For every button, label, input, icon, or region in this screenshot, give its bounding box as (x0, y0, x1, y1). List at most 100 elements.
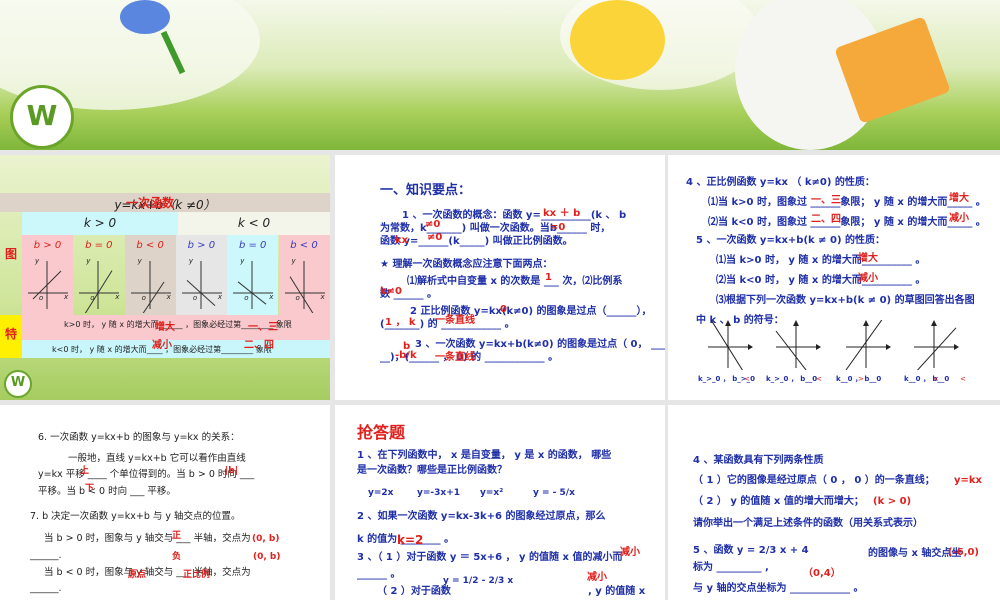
slide-heading: 一、知识要点： (380, 183, 472, 198)
axis-x-label: x (217, 293, 223, 301)
handwritten-answer: 1 (545, 272, 552, 283)
row-label-graph: 图 (4, 247, 17, 261)
handwritten-answer: 一条直线 (435, 352, 475, 363)
axis-y-label: y (291, 257, 296, 265)
answer: 二、四 (244, 340, 274, 351)
b-condition-label: b < 0 (290, 240, 318, 251)
text-line: 5 、一次函数 y=kx+b(k ≠ 0) 的性质： (696, 235, 886, 246)
graph-cell: b = 0 y x o (73, 235, 124, 315)
text-line: ⑴解析式中自变量 x 的次数是 ___ 次，⑵比例系 (407, 276, 623, 287)
handwritten-answer: < (816, 375, 822, 383)
sign-answer-label: k__0 ， b__0 (904, 375, 950, 383)
function-expression: y=-3x+1 (417, 488, 461, 498)
handwritten-answer: 减小 (587, 572, 607, 583)
text-line: ⑶根据下列一次函数 y=kx+b(k ≠ 0) 的草图回答出各图 (716, 295, 975, 306)
slide-1-summary-table[interactable]: y=kx+b（k ≠0） 一次函数 k > 0 k < 0 图 b > 0 yx… (0, 155, 330, 400)
text-line: 3 、一次函数 y=kx+b(k≠0) 的图象是过点（ 0， ___ (415, 339, 665, 350)
origin-label: o (192, 294, 198, 302)
flower-icon (120, 0, 170, 34)
handwritten-answer: 正 (172, 531, 182, 541)
handwritten-answer: 负 (172, 552, 182, 562)
text-line: 为常数，k_______) 叫做一次函数。当b______ 时， (380, 223, 611, 234)
handwritten-answer: 一条直线 (435, 315, 475, 326)
text-line: 请你举出一个满足上述条件的函数（用关系式表示） (693, 518, 923, 529)
text-line: 与 y 轴的交点坐标为 ____________ 。 (693, 583, 864, 594)
handwritten-answer: (0, b) (253, 552, 281, 562)
origin-label: o (39, 294, 44, 302)
handwritten-answer: 下 (85, 484, 95, 494)
function-expression: y = 1/2 - 2/3 x (443, 576, 514, 586)
sketch-graph-icon (845, 320, 891, 370)
b-condition-label: b < 0 (136, 240, 164, 251)
graph-cell: b < 0 y x o (278, 235, 330, 315)
logo-icon: W (10, 85, 74, 149)
b-condition-label: b > 0 (187, 240, 216, 251)
handwritten-answer: < (933, 375, 939, 383)
handwritten-answer: |b| (225, 466, 239, 476)
handwritten-answer: y=kx (954, 475, 982, 486)
text-line: 一般地，直线 y=kx+b 它可以看作由直线 (68, 453, 246, 464)
slide-5-quick-quiz[interactable]: 抢答题 1 、在下列函数中， x 是自变量， y 是 x 的函数， 哪些 是一次函… (335, 405, 665, 600)
line-graph-icon (284, 261, 325, 313)
text-line: 3 、（ 1 ）对于函数 y ＝ 5x+6 ， y 的值随 x 值的减小而 (357, 552, 623, 563)
sketch-graph-icon (914, 320, 959, 370)
text-line: 平移。当 b < 0 时向 ___ 平移。 (38, 486, 176, 497)
handwritten-answer: 减小 (620, 547, 640, 558)
b-condition-label: b = 0 (85, 240, 113, 251)
axis-x-label: x (115, 293, 120, 301)
k-negative-header: k < 0 (237, 216, 271, 230)
slide-3-properties[interactable]: 4 、正比例函数 y=kx （ k≠0) 的性质： ⑴当 k>0 时，图象过 __… (668, 155, 1000, 400)
axis-y-label: y (188, 257, 194, 265)
text-line: , y 的值随 x (588, 586, 646, 597)
text-line: （ 1 ）它的图像是经过原点（ 0 ， 0 ）的一条直线； (693, 475, 935, 486)
b-condition-label: b > 0 (33, 240, 62, 251)
text-line: 是一次函数？哪些是正比例函数？ (357, 465, 507, 476)
handwritten-answer: ≠0 (425, 219, 441, 230)
text-line: ⑴当 k>0 时，图象过 ______象限； y 随 x 的增大而_____ 。 (708, 197, 986, 208)
handwritten-answer: 减小 (858, 273, 878, 284)
b-condition-label: b = 0 (238, 240, 267, 251)
text-line: ⑵当 k<0 时， y 随 x 的增大而__________ 。 (716, 275, 926, 286)
function-expression: y=x² (480, 488, 504, 498)
line-graph-icon (233, 261, 274, 309)
k-positive-header: k > 0 (83, 216, 117, 230)
origin-label: o (141, 294, 146, 302)
function-expression: y = - 5/x (533, 488, 575, 498)
handwritten-answer: < (744, 375, 750, 383)
origin-label: o (295, 294, 300, 302)
text-line: 6. 一次函数 y=kx+b 的图象与 y=kx 的关系： (38, 432, 240, 443)
line-graph-icon (130, 261, 171, 313)
text-line: ⑴当 k>0 时， y 随 x 的增大而__________ 。 (716, 255, 926, 266)
text-line: ⑵当 k<0 时，图象过 ______象限； y 随 x 的增大而_____ 。 (708, 217, 986, 228)
handwritten-answer: < (960, 375, 966, 383)
handwritten-answer: (0, b) (252, 534, 280, 544)
axis-x-label: x (269, 293, 274, 301)
text-line: 4 、某函数具有下列两条性质 (693, 455, 824, 466)
handwritten-answer: -b/k (395, 350, 417, 361)
origin-label: o (244, 294, 249, 302)
slide-6-questions[interactable]: 4 、某函数具有下列两条性质 （ 1 ）它的图像是经过原点（ 0 ， 0 ）的一条… (668, 405, 1000, 600)
row-label-feature: 特 (4, 327, 17, 341)
handwritten-answer: 减小 (949, 213, 969, 224)
sketch-graph-icon (775, 320, 821, 370)
slide-4-translation[interactable]: 6. 一次函数 y=kx+b 的图象与 y=kx 的关系： 一般地，直线 y=kx… (0, 405, 330, 600)
graph-cell: b > 0 y x o (22, 235, 74, 315)
handwritten-answer: 0 (500, 304, 507, 315)
handwritten-answer: 原点 (128, 570, 147, 580)
text-line: ______. (30, 583, 62, 594)
chick-illustration (570, 0, 665, 80)
handwritten-answer: 一、三 (811, 195, 841, 206)
header-banner: W (0, 0, 1000, 150)
handwritten-answer: k=2 (397, 533, 424, 547)
handwritten-answer: ≠0 (427, 232, 443, 243)
answer: 减小 (152, 340, 172, 351)
text-line: 7. b 决定一次函数 y=kx+b 与 y 轴交点的位置。 (30, 511, 241, 522)
axis-y-label: y (240, 257, 245, 265)
text-line: （ 2 ） y 的值随 x 值的增大而增大； (693, 496, 864, 507)
line-graph-icon (28, 261, 68, 309)
handwritten-answer: (k > 0) (873, 496, 912, 507)
handwritten-answer: 正比例 (183, 570, 211, 580)
graph-cell: b < 0 y x o (124, 235, 176, 315)
slide-2-knowledge-points[interactable]: 一、知识要点： 1 、一次函数的概念：函数 y=__________(k 、 b… (335, 155, 665, 400)
table-title-overlay: 一次函数 (125, 196, 174, 210)
